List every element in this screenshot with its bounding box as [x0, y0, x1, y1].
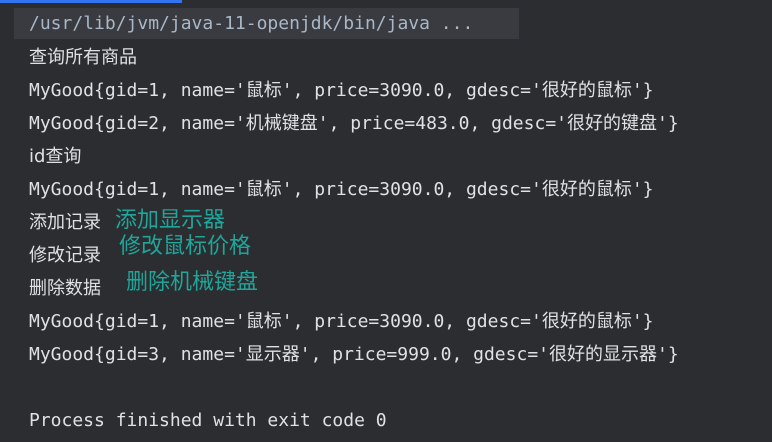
annotation-add: 添加显示器 [115, 208, 226, 233]
output-line-2: MyGood{gid=1, name='鼠标', price=3090.0, g… [29, 80, 654, 101]
output-line-9: MyGood{gid=1, name='鼠标', price=3090.0, g… [29, 311, 654, 332]
output-line-10: MyGood{gid=3, name='显示器', price=999.0, g… [29, 344, 679, 365]
output-line-7: 修改记录 [29, 245, 101, 266]
run-console-output[interactable]: /usr/lib/jvm/java-11-openjdk/bin/java ..… [14, 0, 772, 442]
annotation-delete: 删除机械键盘 [126, 270, 259, 295]
process-exit-line: Process finished with exit code 0 [29, 410, 387, 431]
output-line-8: 删除数据 [29, 278, 101, 299]
output-line-4: id查询 [29, 146, 82, 167]
output-line-5: MyGood{gid=1, name='鼠标', price=3090.0, g… [29, 179, 654, 200]
output-line-1: 查询所有商品 [29, 47, 137, 68]
command-line[interactable]: /usr/lib/jvm/java-11-openjdk/bin/java ..… [29, 12, 473, 36]
annotation-modify: 修改鼠标价格 [119, 234, 252, 259]
output-line-6: 添加记录 [29, 212, 101, 233]
output-line-3: MyGood{gid=2, name='机械键盘', price=483.0, … [29, 113, 679, 134]
console-gutter [0, 0, 14, 442]
